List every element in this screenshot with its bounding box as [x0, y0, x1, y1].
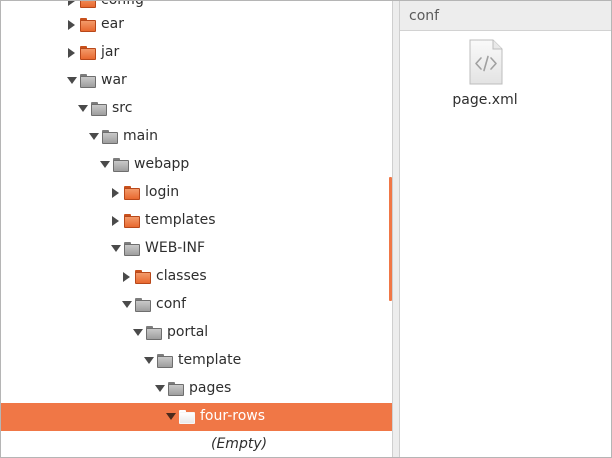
folder-icon [168, 382, 184, 396]
location-label: conf [409, 8, 440, 24]
folder-icon [135, 298, 151, 312]
folder-icon [80, 1, 96, 8]
collapse-arrow-icon[interactable] [89, 133, 99, 140]
tree-row-label: src [112, 100, 133, 116]
tree-row-label: main [123, 128, 158, 144]
tree-row-ear[interactable]: ear [1, 11, 392, 39]
expand-arrow-icon[interactable] [112, 216, 119, 226]
tree-row-portal[interactable]: portal [1, 319, 392, 347]
tree-row-label: pages [189, 380, 232, 396]
folder-icon [124, 186, 140, 200]
tree-row-templates[interactable]: templates [1, 207, 392, 235]
pane-splitter[interactable] [392, 1, 400, 457]
collapse-arrow-icon[interactable] [155, 385, 165, 392]
tree-row-label: four-rows [200, 408, 266, 424]
collapse-arrow-icon[interactable] [144, 357, 154, 364]
tree-row-template[interactable]: template [1, 347, 392, 375]
tree-row-src[interactable]: src [1, 95, 392, 123]
file-view-pane[interactable]: conf page.xml [400, 1, 611, 457]
folder-icon [135, 270, 151, 284]
folder-tree[interactable]: config ear jar war src [1, 1, 392, 457]
file-manager-window: config ear jar war src [0, 0, 612, 458]
tree-row-label: classes [156, 268, 207, 284]
tree-row-label: template [178, 352, 242, 368]
collapse-arrow-icon[interactable] [166, 413, 176, 420]
tree-row-conf[interactable]: conf [1, 291, 392, 319]
tree-row-war[interactable]: war [1, 67, 392, 95]
tree-row-label: WEB-INF [145, 240, 205, 256]
tree-row-empty: (Empty) [1, 431, 392, 457]
tree-row-login[interactable]: login [1, 179, 392, 207]
expand-arrow-icon[interactable] [68, 1, 75, 6]
folder-icon [102, 130, 118, 144]
collapse-arrow-icon[interactable] [67, 77, 77, 84]
folder-icon [91, 102, 107, 116]
folder-icon [157, 354, 173, 368]
tree-row-label: conf [156, 296, 187, 312]
tree-row-label: webapp [134, 156, 190, 172]
collapse-arrow-icon[interactable] [78, 105, 88, 112]
location-bar: conf [400, 1, 611, 31]
expand-arrow-icon[interactable] [68, 20, 75, 30]
expand-arrow-icon[interactable] [112, 188, 119, 198]
folder-icon [113, 158, 129, 172]
tree-row-webapp[interactable]: webapp [1, 151, 392, 179]
tree-row-label: config [101, 1, 144, 9]
tree-row-label: portal [167, 324, 209, 340]
tree-row-web-inf[interactable]: WEB-INF [1, 235, 392, 263]
tree-row-label: ear [101, 16, 124, 32]
tree-row-label: templates [145, 212, 216, 228]
collapse-arrow-icon[interactable] [133, 329, 143, 336]
tree-row-label: jar [101, 44, 120, 60]
folder-icon [124, 242, 140, 256]
expand-arrow-icon[interactable] [123, 272, 130, 282]
file-item[interactable]: page.xml [450, 39, 560, 119]
tree-row-label: war [101, 72, 127, 88]
file-name-label: page.xml [452, 92, 518, 108]
folder-icon [179, 410, 195, 424]
tree-row-jar[interactable]: jar [1, 39, 392, 67]
folder-icon [80, 46, 96, 60]
folder-icon [146, 326, 162, 340]
tree-row-main[interactable]: main [1, 123, 392, 151]
tree-row-label: login [145, 184, 180, 200]
collapse-arrow-icon[interactable] [100, 161, 110, 168]
folder-icon [80, 74, 96, 88]
collapse-arrow-icon[interactable] [111, 245, 121, 252]
xml-file-icon [469, 39, 503, 85]
collapse-arrow-icon[interactable] [122, 301, 132, 308]
tree-row-classes[interactable]: classes [1, 263, 392, 291]
tree-row-pages[interactable]: pages [1, 375, 392, 403]
expand-arrow-icon[interactable] [68, 48, 75, 58]
folder-icon [124, 214, 140, 228]
empty-placeholder-text: (Empty) [211, 436, 268, 452]
folder-icon [80, 18, 96, 32]
tree-row-four-rows[interactable]: four-rows [1, 403, 392, 431]
